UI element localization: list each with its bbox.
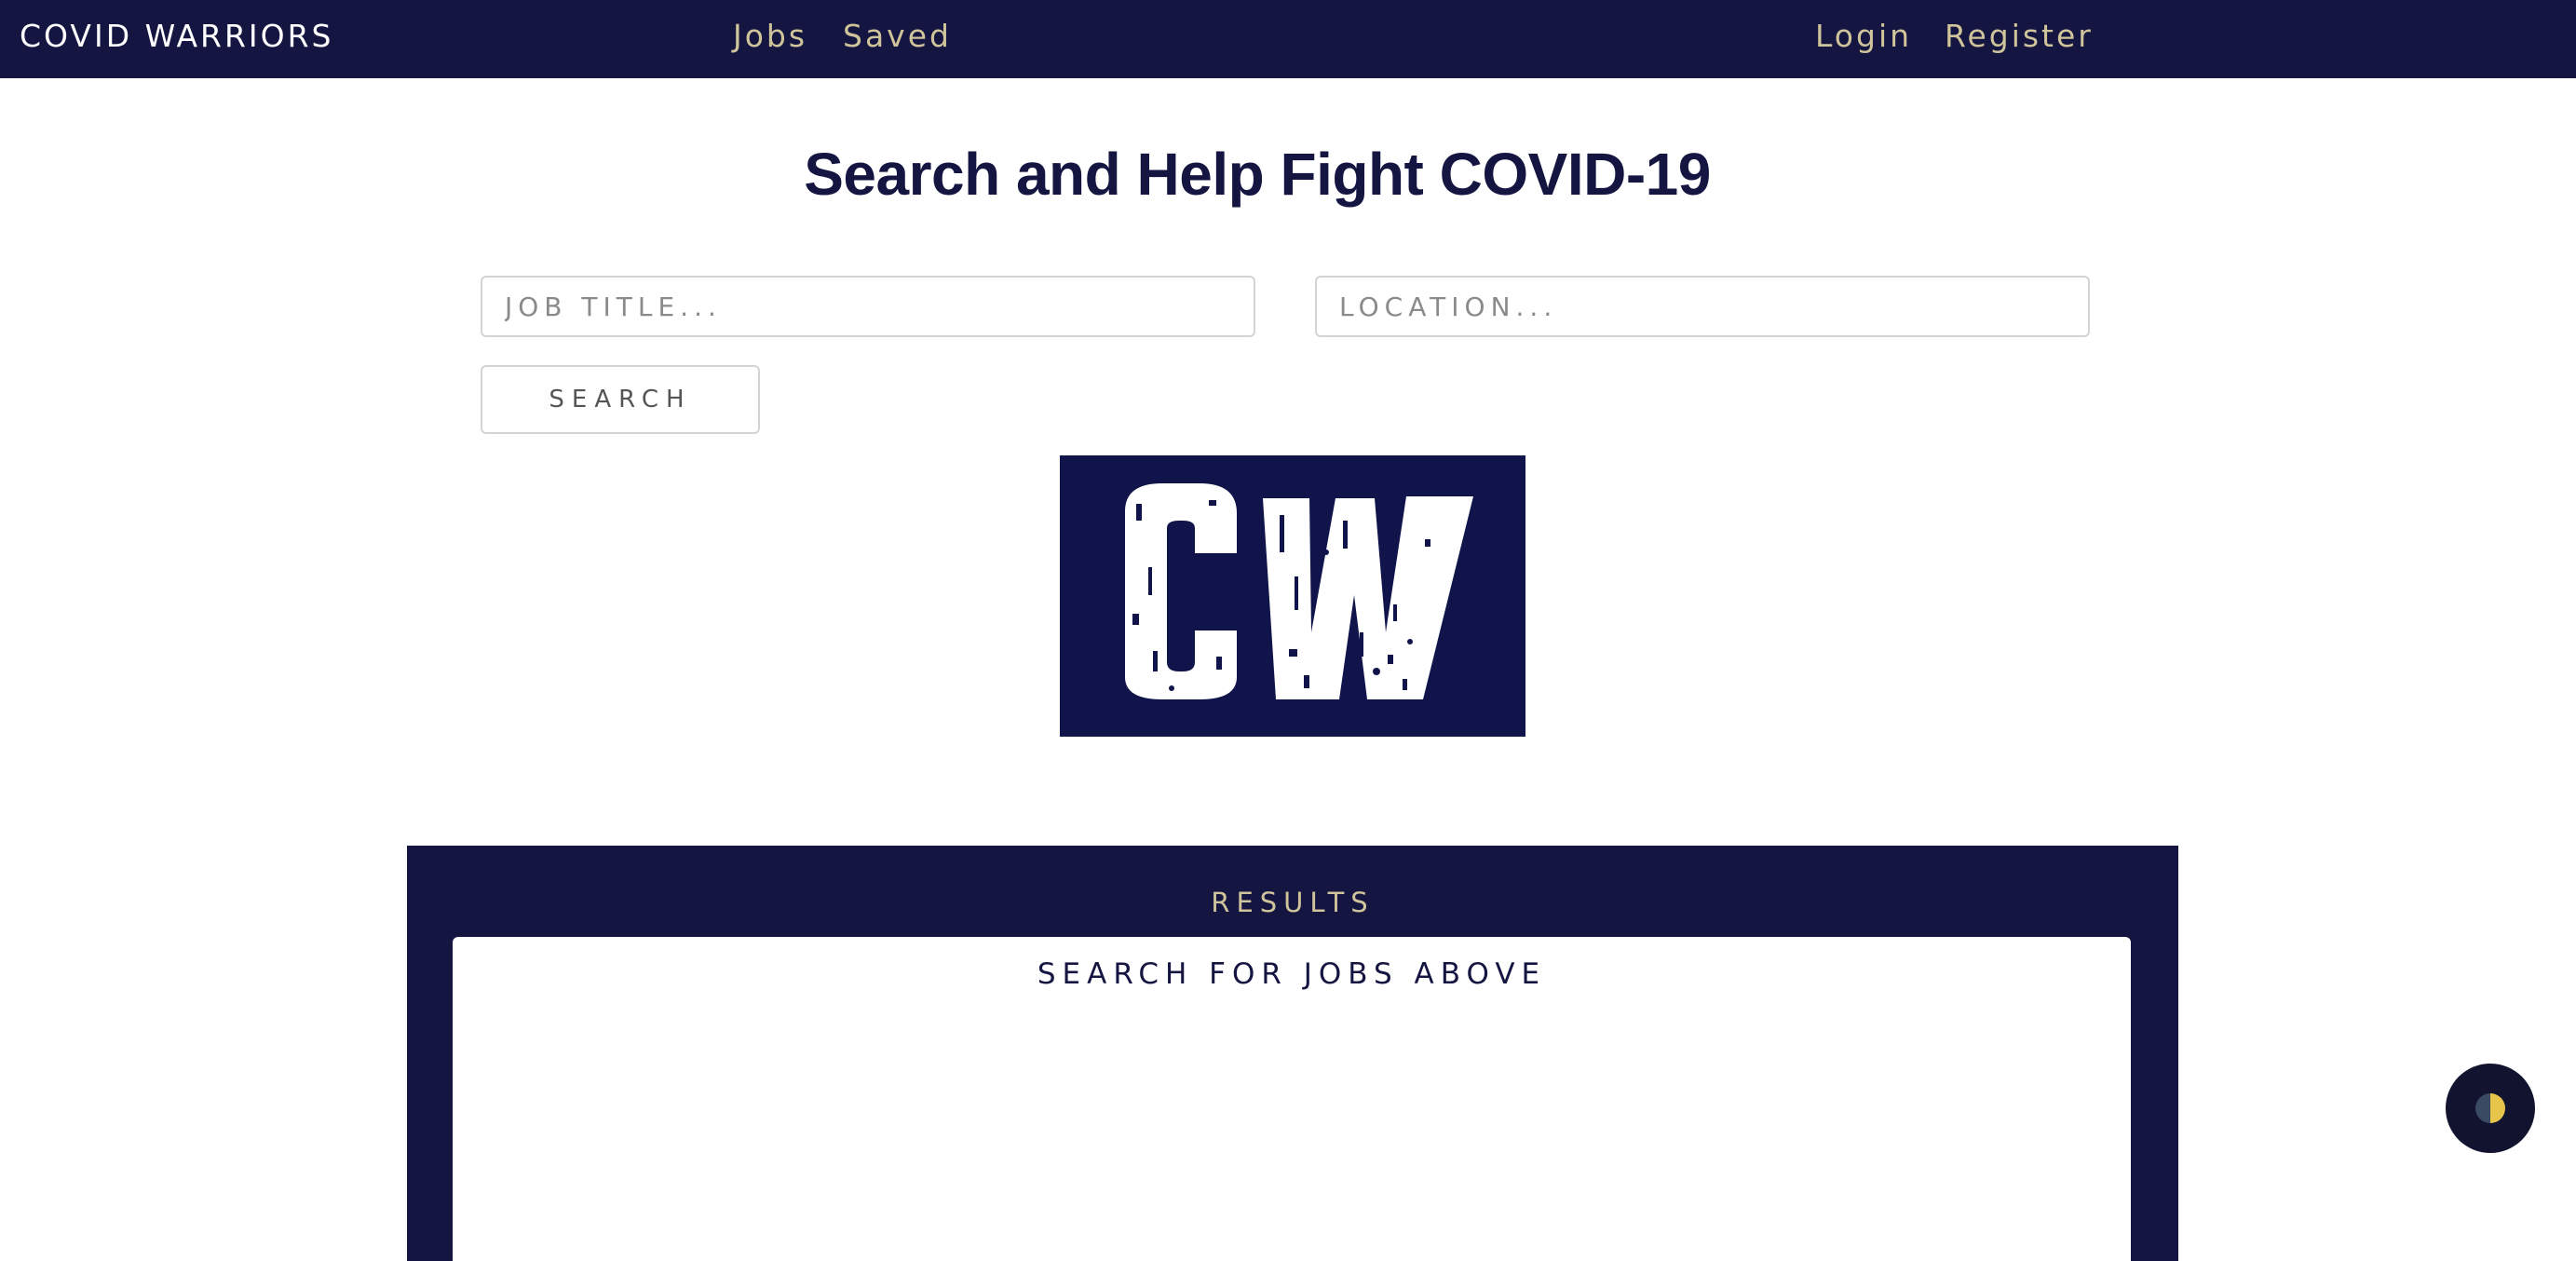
page-title: Search and Help Fight COVID-19: [804, 141, 1711, 208]
results-panel: RESULTS SEARCH FOR JOBS ABOVE: [407, 846, 2178, 1261]
top-navbar: COVID WARRIORS Jobs Saved Login Register: [0, 0, 2576, 78]
nav-link-saved[interactable]: Saved: [843, 0, 952, 78]
job-title-input[interactable]: [481, 276, 1255, 337]
search-button[interactable]: SEARCH: [481, 365, 760, 434]
results-list: SEARCH FOR JOBS ABOVE: [453, 937, 2131, 1261]
cw-logo-graphic: [1125, 483, 1473, 699]
results-empty-message: SEARCH FOR JOBS ABOVE: [1037, 957, 1547, 991]
cw-logo: [1060, 455, 1525, 737]
theme-toggle-button[interactable]: [2446, 1064, 2535, 1153]
brand-logo[interactable]: COVID WARRIORS: [20, 0, 334, 78]
results-heading: RESULTS: [1211, 887, 1375, 918]
location-input[interactable]: [1315, 276, 2090, 337]
nav-link-login[interactable]: Login: [1815, 0, 1912, 78]
nav-link-register[interactable]: Register: [1945, 0, 2094, 78]
half-moon-icon: [2475, 1093, 2505, 1123]
nav-link-jobs[interactable]: Jobs: [733, 0, 807, 78]
